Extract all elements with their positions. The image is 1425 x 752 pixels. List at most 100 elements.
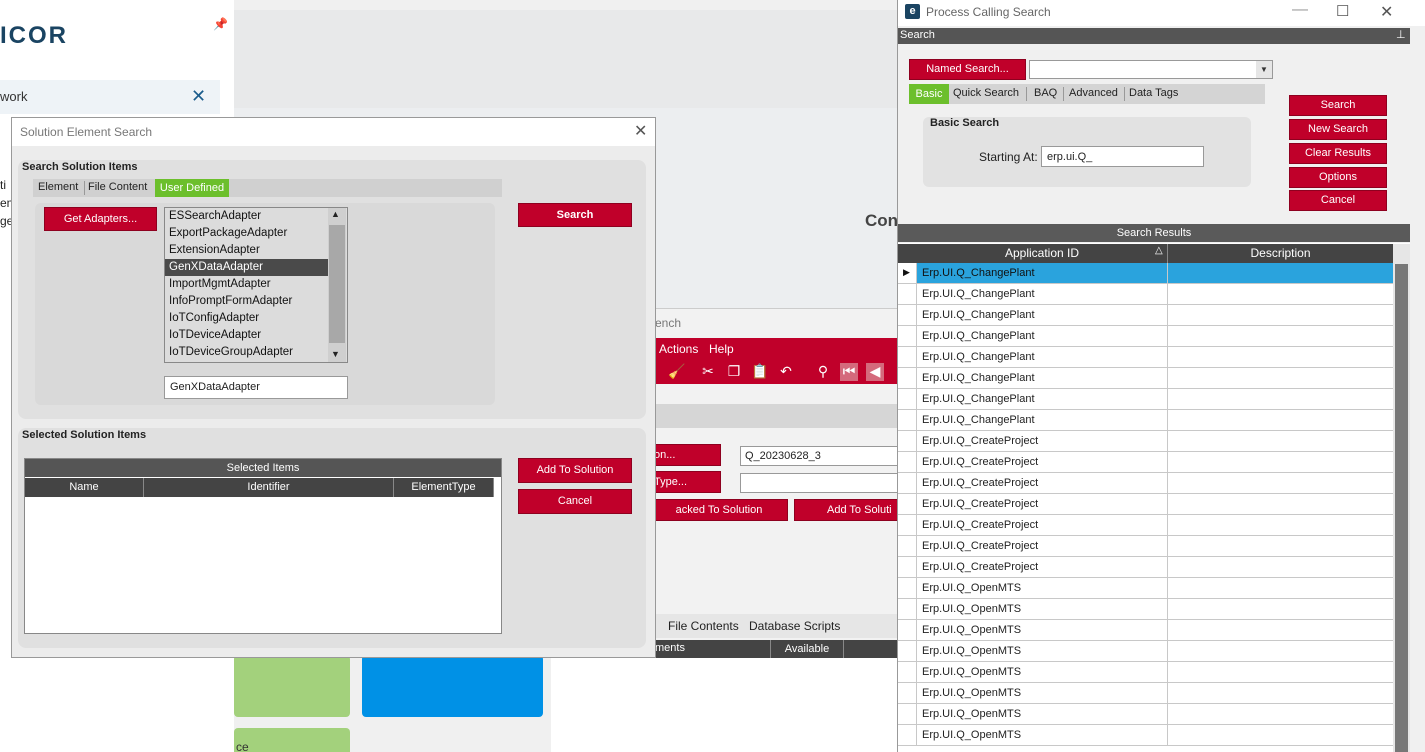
column-header-description[interactable]: Description bbox=[1168, 244, 1393, 263]
add-to-solution-button[interactable]: Add To Solution bbox=[518, 458, 632, 483]
list-item[interactable]: IoTDeviceGroupAdapter bbox=[165, 344, 327, 361]
tab-file-contents[interactable]: File Contents bbox=[668, 619, 739, 633]
table-row[interactable]: Erp.UI.Q_OpenMTS bbox=[917, 599, 1393, 620]
list-item[interactable]: IoTDeviceAdapter bbox=[165, 327, 327, 344]
row-selector[interactable] bbox=[898, 368, 917, 389]
table-row[interactable]: Erp.UI.Q_ChangePlant bbox=[917, 368, 1393, 389]
results-scrollbar-thumb[interactable] bbox=[1395, 264, 1408, 752]
table-row[interactable]: Erp.UI.Q_ChangePlant bbox=[917, 263, 1393, 284]
solution-button[interactable]: on... bbox=[650, 444, 721, 466]
table-row[interactable]: Erp.UI.Q_CreateProject bbox=[917, 473, 1393, 494]
scroll-down-icon[interactable]: ▼ bbox=[331, 349, 340, 359]
tab-basic[interactable]: Basic bbox=[909, 84, 949, 104]
packed-to-solution-button[interactable]: acked To Solution bbox=[650, 499, 788, 521]
table-row[interactable]: Erp.UI.Q_OpenMTS bbox=[917, 578, 1393, 599]
dashboard-tile-blue[interactable] bbox=[362, 655, 543, 717]
add-to-solution-bg-button[interactable]: Add To Soluti bbox=[794, 499, 900, 521]
row-selector[interactable]: ▶ bbox=[898, 263, 917, 284]
table-row[interactable]: Erp.UI.Q_ChangePlant bbox=[917, 410, 1393, 431]
table-row[interactable]: Erp.UI.Q_OpenMTS bbox=[917, 683, 1393, 704]
list-item[interactable]: ESSearchAdapter bbox=[165, 208, 327, 225]
row-selector[interactable] bbox=[898, 641, 917, 662]
row-selector[interactable] bbox=[898, 473, 917, 494]
row-selector[interactable] bbox=[898, 536, 917, 557]
background-column-header[interactable]: ments bbox=[655, 642, 685, 654]
row-selector[interactable] bbox=[898, 578, 917, 599]
row-selector[interactable] bbox=[898, 305, 917, 326]
row-selector[interactable] bbox=[898, 410, 917, 431]
table-row[interactable]: Erp.UI.Q_ChangePlant bbox=[917, 347, 1393, 368]
new-search-button[interactable]: New Search bbox=[1289, 119, 1387, 140]
column-header-elementtype[interactable]: ElementType bbox=[394, 478, 494, 497]
table-row[interactable]: Erp.UI.Q_CreateProject bbox=[917, 557, 1393, 578]
list-item[interactable]: ExtensionAdapter bbox=[165, 242, 327, 259]
row-selector[interactable] bbox=[898, 620, 917, 641]
search-binoculars-icon[interactable]: ⚲ bbox=[814, 363, 832, 381]
list-scrollbar-thumb[interactable] bbox=[329, 225, 345, 343]
search-button[interactable]: Search bbox=[518, 203, 632, 227]
tab-quick-search[interactable]: Quick Search bbox=[953, 87, 1019, 99]
starting-at-input[interactable]: erp.ui.Q_ bbox=[1041, 146, 1204, 167]
table-row[interactable]: Erp.UI.Q_ChangePlant bbox=[917, 326, 1393, 347]
table-row[interactable]: Erp.UI.Q_CreateProject bbox=[917, 431, 1393, 452]
undo-icon[interactable]: ↶ bbox=[777, 363, 795, 381]
list-item-selected[interactable]: GenXDataAdapter bbox=[165, 259, 346, 276]
column-header-application-id[interactable]: Application ID bbox=[917, 244, 1168, 263]
tab-database-scripts[interactable]: Database Scripts bbox=[749, 619, 840, 633]
close-icon[interactable]: ✕ bbox=[634, 121, 647, 141]
pinned-item[interactable] bbox=[0, 80, 220, 114]
column-header-identifier[interactable]: Identifier bbox=[144, 478, 394, 497]
minimize-icon[interactable]: — bbox=[1292, 1, 1308, 19]
dashboard-tile-green-2[interactable] bbox=[234, 728, 350, 752]
search-button[interactable]: Search bbox=[1289, 95, 1387, 116]
row-selector[interactable] bbox=[898, 662, 917, 683]
named-search-combo[interactable] bbox=[1029, 60, 1273, 79]
table-row[interactable]: Erp.UI.Q_OpenMTS bbox=[917, 641, 1393, 662]
tab-data-tags[interactable]: Data Tags bbox=[1129, 87, 1178, 99]
maximize-icon[interactable]: ☐ bbox=[1336, 2, 1349, 20]
tab-file-content[interactable]: File Content bbox=[88, 181, 147, 193]
tab-element[interactable]: Element bbox=[38, 181, 78, 193]
tab-user-defined[interactable]: User Defined bbox=[155, 179, 229, 197]
row-selector[interactable] bbox=[898, 431, 917, 452]
copy-icon[interactable]: ❐ bbox=[725, 363, 743, 381]
paste-icon[interactable]: 📋 bbox=[751, 363, 769, 381]
row-selector[interactable] bbox=[898, 599, 917, 620]
clear-results-button[interactable]: Clear Results bbox=[1289, 143, 1387, 164]
background-column-header[interactable]: Available bbox=[770, 640, 844, 658]
table-row[interactable]: Erp.UI.Q_OpenMTS bbox=[917, 620, 1393, 641]
get-adapters-button[interactable]: Get Adapters... bbox=[44, 207, 157, 231]
table-row[interactable]: Erp.UI.Q_ChangePlant bbox=[917, 284, 1393, 305]
row-selector[interactable] bbox=[898, 557, 917, 578]
row-selector[interactable] bbox=[898, 494, 917, 515]
cut-icon[interactable]: ✂ bbox=[699, 363, 717, 381]
scroll-up-icon[interactable]: ▲ bbox=[331, 209, 340, 219]
list-item[interactable]: ExportPackageAdapter bbox=[165, 225, 327, 242]
sort-ascending-icon[interactable]: △ bbox=[1155, 245, 1163, 256]
table-row[interactable]: Erp.UI.Q_ChangePlant bbox=[917, 305, 1393, 326]
tab-baq[interactable]: BAQ bbox=[1034, 87, 1057, 99]
table-row[interactable]: Erp.UI.Q_OpenMTS bbox=[917, 662, 1393, 683]
row-selector[interactable] bbox=[898, 452, 917, 473]
table-row[interactable]: Erp.UI.Q_CreateProject bbox=[917, 536, 1393, 557]
previous-record-icon[interactable]: ◀ bbox=[866, 363, 884, 381]
cancel-button[interactable]: Cancel bbox=[518, 489, 632, 514]
table-row[interactable]: Erp.UI.Q_CreateProject bbox=[917, 494, 1393, 515]
solution-type-field[interactable] bbox=[740, 473, 900, 493]
first-record-icon[interactable]: ⏮ bbox=[840, 363, 858, 381]
table-row[interactable]: Erp.UI.Q_CreateProject bbox=[917, 452, 1393, 473]
row-selector[interactable] bbox=[898, 326, 917, 347]
close-icon[interactable]: ✕ bbox=[1380, 2, 1393, 22]
pin-icon[interactable]: 📌 bbox=[213, 17, 228, 31]
menu-help[interactable]: Help bbox=[709, 342, 734, 356]
row-selector[interactable] bbox=[898, 725, 917, 746]
table-row[interactable]: Erp.UI.Q_ChangePlant bbox=[917, 389, 1393, 410]
solution-id-field[interactable]: Q_20230628_3 bbox=[740, 446, 900, 466]
solution-type-button[interactable]: Type... bbox=[650, 471, 721, 493]
column-header-name[interactable]: Name bbox=[25, 478, 144, 497]
table-row[interactable]: Erp.UI.Q_OpenMTS bbox=[917, 725, 1393, 746]
close-icon[interactable]: ✕ bbox=[191, 86, 206, 107]
table-row[interactable]: Erp.UI.Q_CreateProject bbox=[917, 515, 1393, 536]
table-row[interactable]: Erp.UI.Q_OpenMTS bbox=[917, 704, 1393, 725]
cancel-button[interactable]: Cancel bbox=[1289, 190, 1387, 211]
